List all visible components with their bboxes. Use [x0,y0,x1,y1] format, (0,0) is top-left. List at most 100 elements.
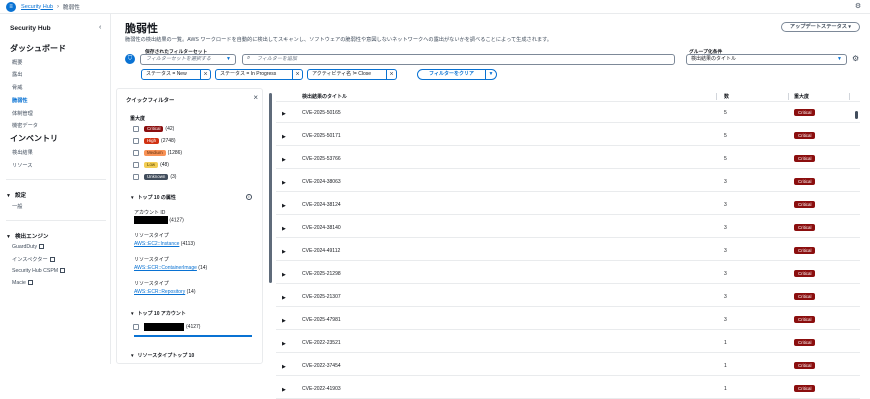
expand-row-icon[interactable]: ▶ [282,272,286,278]
preferences-gear-icon[interactable]: ⚙ [852,54,859,63]
remove-token-icon[interactable]: × [200,70,210,79]
checkbox[interactable] [133,138,139,144]
sidebar-title[interactable]: Security Hub [10,25,51,32]
sidebar-item-threats[interactable]: 脅威 [12,84,22,91]
expand-row-icon[interactable]: ▶ [282,203,286,209]
sidebar-section-engines[interactable]: ▼ 検出エンジン [6,232,49,240]
expand-row-icon[interactable]: ▶ [282,318,286,324]
sidebar-heading-dashboard: ダッシュボード [10,44,66,53]
column-divider[interactable] [849,93,850,100]
table-row[interactable]: ▶ CVE-2025-50171 5 Critical [276,128,860,146]
expand-row-icon[interactable]: ▶ [282,111,286,117]
sidebar-item-macie[interactable]: Macie [12,280,33,286]
table-row[interactable]: ▶ CVE-2025-53766 5 Critical [276,151,860,169]
sidebar-item-sensitive-data[interactable]: 機密データ [12,122,38,129]
finding-title: CVE-2024-38140 [302,225,341,231]
group-by-select[interactable]: 検出結果のタイトル ▼ [686,54,847,65]
filter-token-status-new[interactable]: ステータス = New × [141,69,211,80]
breadcrumb-security-hub[interactable]: Security Hub [21,4,53,10]
finding-count: 3 [724,179,727,185]
sidebar-item-posture[interactable]: 体制管理 [12,110,33,117]
menu-icon[interactable]: ≡ [6,1,16,12]
top10-attributes-heading[interactable]: ▼ トップ 10 の属性 [130,194,176,201]
table-row[interactable]: ▶ CVE-2025-47981 3 Critical [276,312,860,330]
filter-token-activity[interactable]: アクティビティ名 != Close × [307,69,397,80]
caret-down-icon[interactable]: ▼ [485,70,496,79]
expand-row-icon[interactable]: ▶ [282,387,286,393]
expand-row-icon[interactable]: ▶ [282,341,286,347]
sidebar-item-exposure[interactable]: 露出 [12,71,22,78]
column-divider[interactable] [716,93,717,100]
table-row[interactable]: ▶ CVE-2024-49112 3 Critical [276,243,860,261]
column-header-severity[interactable]: 重大度 [794,93,809,100]
table-row[interactable]: ▶ CVE-2022-41903 1 Critical [276,381,860,399]
checkbox[interactable] [133,162,139,168]
resource-type-repository[interactable]: AWS::ECR::Repository (14) [134,289,196,295]
table-row[interactable]: ▶ CVE-2024-38063 3 Critical [276,174,860,192]
checkbox[interactable] [133,174,139,180]
saved-filter-select[interactable]: フィルターセットを選択する ▼ [140,54,236,65]
sidebar-item-overview[interactable]: 概要 [12,59,22,66]
table-row[interactable]: ▶ CVE-2022-37454 1 Critical [276,358,860,376]
resource-type-link[interactable]: AWS::EC2::Instance [134,241,179,247]
close-sidebar-icon[interactable]: ‹ [99,24,101,31]
sidebar-item-findings[interactable]: 検出結果 [12,149,33,156]
settings-icon[interactable]: ⚙ [854,3,862,11]
table-row[interactable]: ▶ CVE-2025-21298 3 Critical [276,266,860,284]
scrollbar[interactable] [269,93,272,283]
column-divider[interactable] [788,93,789,100]
column-header-title[interactable]: 検出結果のタイトル [302,93,347,100]
table-row[interactable]: ▶ CVE-2022-23521 1 Critical [276,335,860,353]
expand-row-icon[interactable]: ▶ [282,364,286,370]
table-row[interactable]: ▶ CVE-2025-21307 3 Critical [276,289,860,307]
checkbox[interactable] [133,324,139,330]
expand-row-icon[interactable]: ▶ [282,226,286,232]
top10-resource-heading[interactable]: ▼ リソースタイプトップ 10 [130,352,194,359]
sidebar-item-guardduty[interactable]: GuardDuty [12,244,45,250]
remove-token-icon[interactable]: × [292,70,302,79]
checkbox[interactable] [133,126,139,132]
expand-row-icon[interactable]: ▶ [282,134,286,140]
severity-filter-high[interactable]: High (2748) [133,138,175,144]
resource-type-container-image[interactable]: AWS::ECR::ContainerImage (14) [134,265,207,271]
severity-filter-low[interactable]: Low (48) [133,162,169,168]
filter-icon[interactable]: ⛉ [125,54,135,64]
severity-badge: Critical [794,109,816,116]
table-row[interactable]: ▶ CVE-2025-50165 5 Critical [276,105,860,123]
sidebar-item-resources[interactable]: リソース [12,162,33,169]
sidebar-section-settings[interactable]: ▼ 設定 [6,191,26,199]
expand-row-icon[interactable]: ▶ [282,180,286,186]
checkbox[interactable] [133,150,139,156]
top10-accounts-heading[interactable]: ▼ トップ 10 アカウント [130,310,186,317]
resource-type-link[interactable]: AWS::ECR::ContainerImage [134,265,197,271]
sidebar-item-inspector[interactable]: インスペクター [12,256,55,263]
column-header-count[interactable]: 数 [724,93,729,100]
clear-filters-button[interactable]: フィルターをクリア ▼ [417,69,497,80]
finding-title: CVE-2022-41903 [302,386,341,392]
severity-filter-medium[interactable]: Medium (1286) [133,150,182,156]
sidebar-item-cspm[interactable]: Security Hub CSPM [12,268,66,274]
finding-title: CVE-2025-21307 [302,294,341,300]
expand-row-icon[interactable]: ▶ [282,157,286,163]
sidebar-item-vulnerabilities[interactable]: 脆弱性 [12,97,28,104]
filter-token-status-in-progress[interactable]: ステータス = In Progress × [215,69,303,80]
finding-count: 1 [724,386,727,392]
severity-filter-unknown[interactable]: Unknown (3) [133,174,176,180]
severity-filter-critical[interactable]: Critical (42) [133,126,174,132]
top10-account-row[interactable]: (4127) [133,323,200,331]
expand-row-icon[interactable]: ▶ [282,249,286,255]
info-icon[interactable]: i [246,194,252,200]
account-id-value[interactable]: (4127) [134,216,184,224]
expand-row-icon[interactable]: ▶ [282,295,286,301]
resource-type-link[interactable]: AWS::ECR::Repository [134,289,185,295]
resource-type-ec2-instance[interactable]: AWS::EC2::Instance (4113) [134,241,195,247]
sidebar-item-general[interactable]: 一般 [12,203,22,210]
table-scrollbar[interactable] [855,111,858,119]
update-status-button[interactable]: アップデートステータス ▾ [780,22,860,32]
filter-search-input[interactable]: ⌕ フィルターを追加 [242,54,675,65]
table-row[interactable]: ▶ CVE-2024-38124 3 Critical [276,197,860,215]
caret-down-icon: ▼ [130,311,135,316]
remove-token-icon[interactable]: × [386,70,396,79]
table-row[interactable]: ▶ CVE-2024-38140 3 Critical [276,220,860,238]
close-icon[interactable]: × [253,93,258,102]
